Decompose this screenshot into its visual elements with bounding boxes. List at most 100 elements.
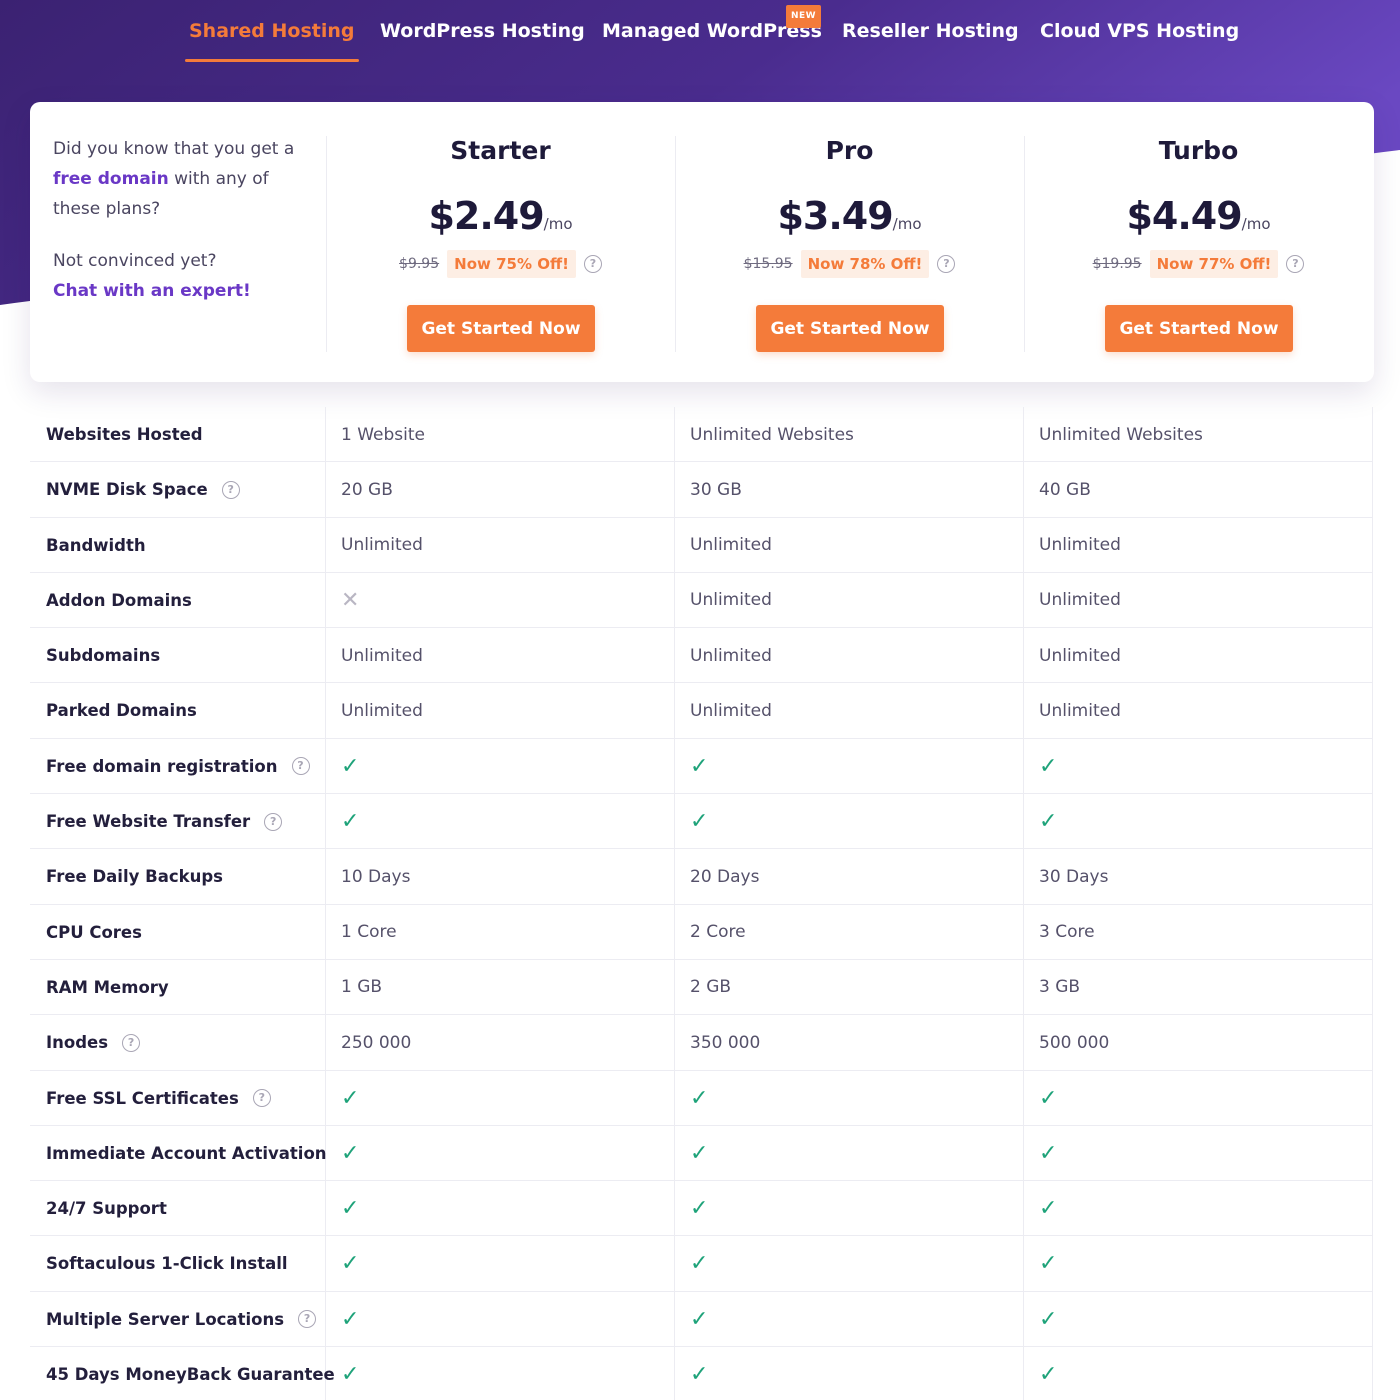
help-icon[interactable]: ? <box>291 757 310 776</box>
help-icon[interactable]: ? <box>937 255 956 273</box>
discount-badge: Now 78% Off! <box>800 250 930 278</box>
feature-value: 3 Core <box>1039 922 1095 943</box>
check-icon: ✓ <box>341 1306 360 1332</box>
price: $2.49 <box>428 194 544 238</box>
help-icon[interactable]: ? <box>221 480 240 499</box>
check-icon: ✓ <box>341 1236 359 1291</box>
feature-value: Unlimited <box>690 645 772 666</box>
discount-badge: Now 77% Off! <box>1149 250 1279 278</box>
check-icon: ✓ <box>341 739 359 794</box>
get-started-button[interactable]: Get Started Now <box>1105 305 1293 352</box>
help-icon[interactable]: ? <box>252 1089 271 1108</box>
help-icon[interactable]: ? <box>264 812 283 831</box>
plan-starter: Starter $2.49/mo $9.95 Now 75% Off! ? Ge… <box>326 102 675 382</box>
feature-row: 45 Days MoneyBack Guarantee ✓ ✓ ✓ <box>30 1347 1373 1400</box>
check-icon: ✓ <box>1039 1347 1057 1400</box>
check-icon: ✓ <box>341 753 360 779</box>
check-icon: ✓ <box>341 1071 359 1126</box>
feature-name: Addon Domains <box>46 590 192 610</box>
feature-name: Free domain registration <box>46 756 278 776</box>
features-table: Websites Hosted 1 Website Unlimited Websit… <box>30 407 1373 1400</box>
feature-label: Free Daily Backups <box>46 849 223 904</box>
price-period: /mo <box>1241 215 1271 233</box>
check-icon: ✓ <box>341 1292 359 1347</box>
check-icon: ✓ <box>1039 1292 1057 1347</box>
check-icon: ✓ <box>1039 1140 1058 1166</box>
plan-name: Turbo <box>1158 136 1239 165</box>
price-row: $2.49/mo <box>326 194 675 238</box>
check-icon: ✓ <box>690 1362 709 1388</box>
help-icon[interactable]: ? <box>298 1310 317 1329</box>
feature-value: Unlimited Websites <box>690 424 854 445</box>
check-icon: ✓ <box>341 1140 360 1166</box>
feature-name: 24/7 Support <box>46 1199 167 1219</box>
check-icon: ✓ <box>1039 1181 1057 1236</box>
feature-value: 500 000 <box>1039 1032 1110 1053</box>
price: $4.49 <box>1126 194 1242 238</box>
feature-value: 1 GB <box>341 977 383 998</box>
tab-cloud-vps-hosting[interactable]: Cloud VPS Hosting <box>1040 20 1239 64</box>
feature-name: Subdomains <box>46 646 161 666</box>
free-domain-link[interactable]: free domain <box>53 169 169 189</box>
feature-value: 1 Core <box>341 922 397 943</box>
tab-wordpress-hosting[interactable]: WordPress Hosting <box>380 20 585 64</box>
check-icon: ✓ <box>690 1126 708 1181</box>
feature-value: Unlimited <box>1039 590 1121 611</box>
feature-label: Addon Domains <box>46 573 192 628</box>
help-icon[interactable]: ? <box>1286 255 1305 273</box>
check-icon: ✓ <box>1039 753 1058 779</box>
feature-row: Free Daily Backups 10 Days 20 Days 30 Days <box>30 849 1373 905</box>
price-row: $4.49/mo <box>1024 194 1373 238</box>
price-period: /mo <box>892 215 922 233</box>
feature-label: Immediate Account Activation <box>46 1126 327 1181</box>
old-price: $19.95 <box>1092 256 1142 272</box>
feature-value: 30 Days <box>1039 866 1109 887</box>
feature-value: Unlimited <box>341 535 423 556</box>
chat-expert-link[interactable]: Chat with an expert! <box>53 281 251 301</box>
check-icon: ✓ <box>341 1251 360 1277</box>
check-icon: ✓ <box>690 1196 709 1222</box>
feature-value: 2 Core <box>690 922 746 943</box>
feature-row: Addon Domains ✕ Unlimited Unlimited <box>30 573 1373 629</box>
check-icon: ✓ <box>690 1181 708 1236</box>
get-started-button[interactable]: Get Started Now <box>407 305 595 352</box>
feature-name: Inodes <box>46 1033 109 1053</box>
check-icon: ✓ <box>341 1085 360 1111</box>
feature-row: CPU Cores 1 Core 2 Core 3 Core <box>30 905 1373 960</box>
tab-reseller-hosting[interactable]: Reseller Hosting <box>842 20 1019 64</box>
discount-badge: Now 75% Off! <box>447 250 576 278</box>
get-started-button[interactable]: Get Started Now <box>756 305 944 352</box>
feature-value: 20 Days <box>690 866 760 887</box>
feature-row: Free domain registration? ✓ ✓ ✓ <box>30 739 1373 795</box>
feature-name: RAM Memory <box>46 977 169 997</box>
feature-value: 350 000 <box>690 1032 761 1053</box>
cross-icon: ✕ <box>341 587 360 613</box>
check-icon: ✓ <box>690 1347 708 1400</box>
feature-label: Inodes? <box>46 1015 141 1070</box>
feature-label: NVME Disk Space? <box>46 462 240 517</box>
check-icon: ✓ <box>341 1126 359 1181</box>
feature-value: 2 GB <box>690 977 732 998</box>
check-icon: ✓ <box>1039 1306 1058 1332</box>
intro-text: Did you know that you get a free domain … <box>53 134 313 306</box>
check-icon: ✓ <box>690 753 709 779</box>
plan-turbo: Turbo $4.49/mo $19.95 Now 77% Off! ? Get… <box>1024 102 1373 382</box>
deal-row: $15.95 Now 78% Off! ? <box>675 250 1024 278</box>
feature-label: Softaculous 1-Click Install <box>46 1236 288 1291</box>
check-icon: ✓ <box>690 1306 709 1332</box>
deal-row: $19.95 Now 77% Off! ? <box>1024 250 1373 278</box>
feature-label: Multiple Server Locations? <box>46 1292 317 1347</box>
free-domain-note: Did you know that you get a free domain … <box>53 139 295 219</box>
feature-name: Websites Hosted <box>46 425 203 444</box>
feature-value: Unlimited <box>341 645 423 666</box>
plan-name: Pro <box>825 136 874 165</box>
tab-shared-hosting[interactable]: Shared Hosting <box>185 20 358 64</box>
check-icon: ✓ <box>1039 1196 1058 1222</box>
feature-label: Free SSL Certificates? <box>46 1071 271 1126</box>
new-badge: NEW <box>786 5 821 28</box>
hosting-tabs: Shared Hosting WordPress Hosting Managed… <box>0 0 1400 66</box>
feature-value: 20 GB <box>341 479 393 500</box>
help-icon[interactable]: ? <box>122 1033 141 1052</box>
help-icon[interactable]: ? <box>583 255 602 273</box>
feature-row: NVME Disk Space? 20 GB 30 GB 40 GB <box>30 462 1373 518</box>
